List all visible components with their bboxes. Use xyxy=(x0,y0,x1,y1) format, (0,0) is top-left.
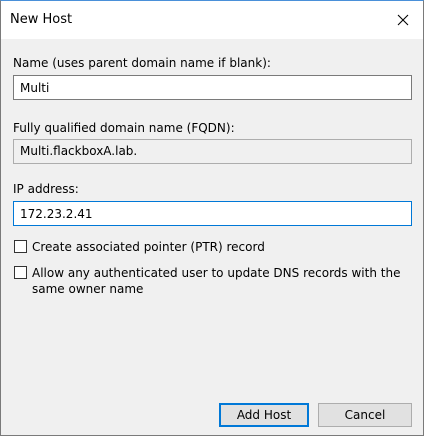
new-host-dialog: New Host Name (uses parent domain name i… xyxy=(0,0,424,436)
ip-address-input[interactable] xyxy=(13,201,412,226)
auth-update-label: Allow any authenticated user to update D… xyxy=(32,266,401,296)
title-bar: New Host xyxy=(1,1,423,39)
ptr-record-checkbox[interactable] xyxy=(14,240,27,253)
name-label: Name (uses parent domain name if blank): xyxy=(13,56,271,70)
ptr-record-label: Create associated pointer (PTR) record xyxy=(32,240,265,254)
cancel-button[interactable]: Cancel xyxy=(318,403,412,427)
ip-address-label: IP address: xyxy=(13,182,79,196)
dialog-title: New Host xyxy=(10,12,73,27)
add-host-button[interactable]: Add Host xyxy=(219,403,309,427)
name-input[interactable] xyxy=(13,75,412,100)
close-button[interactable] xyxy=(383,1,423,39)
close-icon xyxy=(397,14,409,26)
auth-update-option[interactable]: Allow any authenticated user to update D… xyxy=(14,265,412,297)
auth-update-checkbox[interactable] xyxy=(14,266,27,279)
fqdn-field: Multi.flackboxA.lab. xyxy=(13,139,412,164)
ptr-record-option[interactable]: Create associated pointer (PTR) record xyxy=(14,239,412,255)
fqdn-label: Fully qualified domain name (FQDN): xyxy=(13,121,235,135)
